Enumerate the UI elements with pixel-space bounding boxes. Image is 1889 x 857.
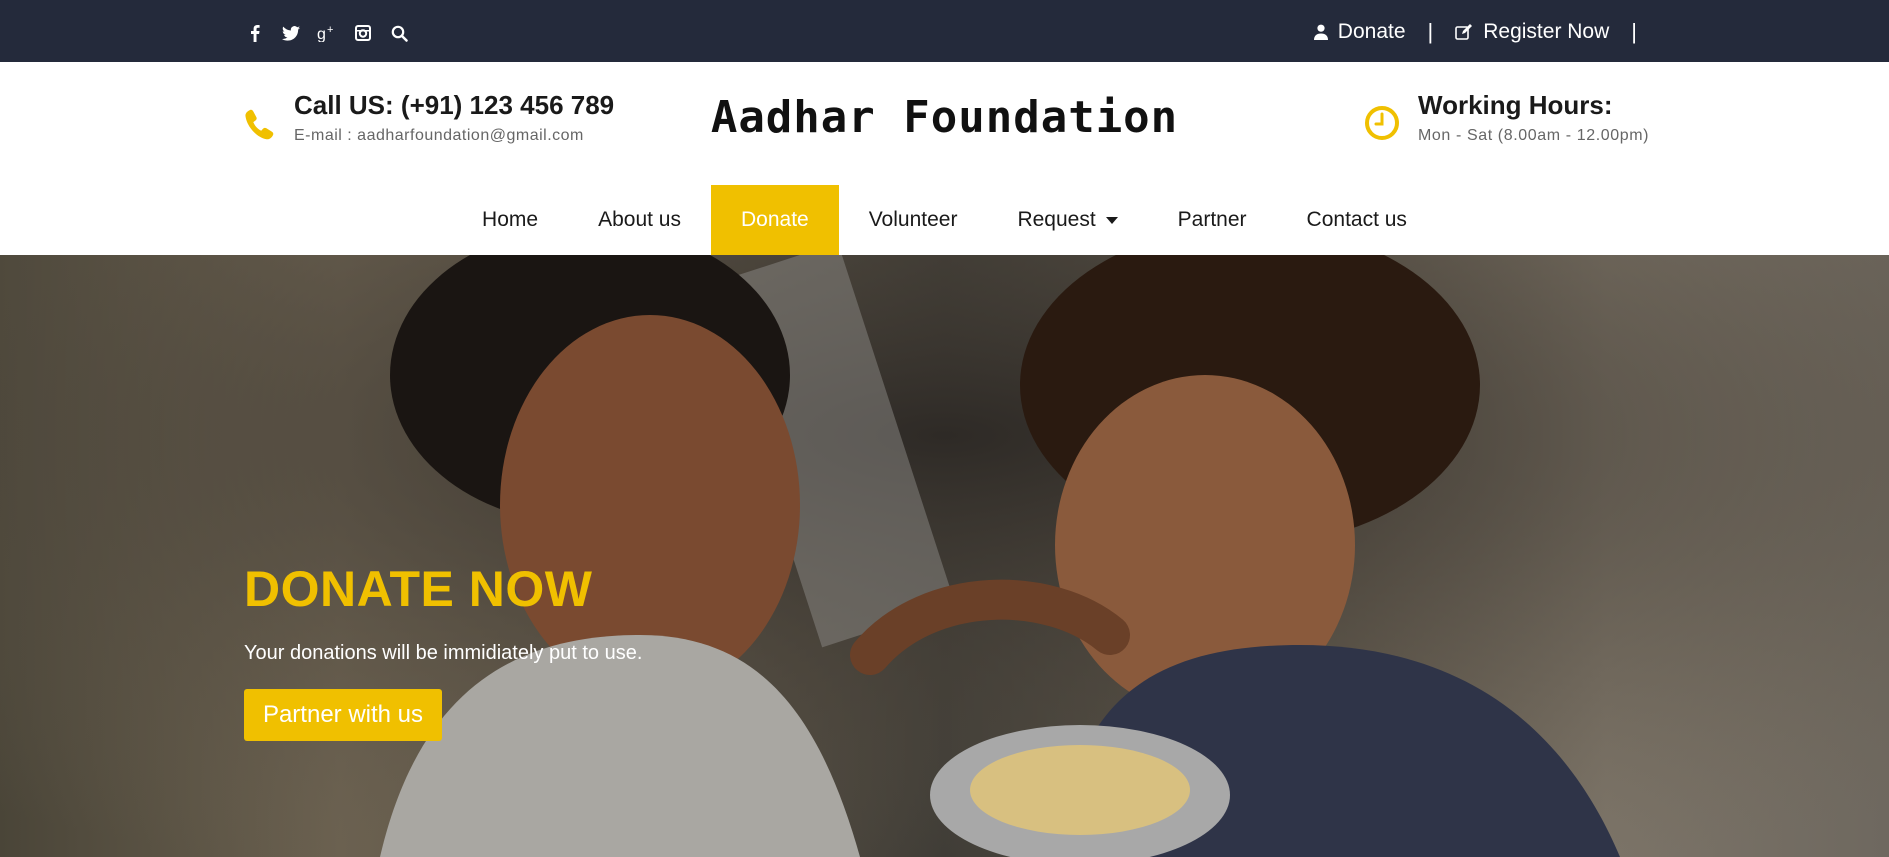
register-now-label: Register Now <box>1483 20 1610 43</box>
top-bar: g + Donate | Register Now | <box>0 0 1889 62</box>
register-now-link[interactable]: Register Now <box>1455 20 1609 44</box>
svg-text:+: + <box>327 24 333 36</box>
hero-photo <box>0 255 1889 857</box>
social-links: g + <box>244 22 410 44</box>
working-hours-heading: Working Hours: <box>1418 90 1613 120</box>
nav-item-donate[interactable]: Donate <box>710 185 839 255</box>
nav-item-partner[interactable]: Partner <box>1148 185 1277 255</box>
twitter-icon[interactable] <box>280 22 302 44</box>
search-icon[interactable] <box>388 22 410 44</box>
separator: | <box>1427 19 1434 44</box>
hero-banner: DONATE NOW Your donations will be immidi… <box>0 255 1889 857</box>
main-nav: Home About us Donate Volunteer Request P… <box>0 185 1889 255</box>
nav-label: Donate <box>740 208 809 231</box>
working-hours-text: Mon - Sat (8.00am - 12.00pm) <box>1418 127 1650 144</box>
svg-text:g: g <box>317 26 326 42</box>
nav-label: Home <box>482 208 539 231</box>
partner-with-us-button[interactable]: Partner with us <box>244 689 442 741</box>
caret-down-icon <box>1105 216 1118 224</box>
edit-icon <box>1455 24 1473 40</box>
nav-item-home[interactable]: Home <box>452 185 568 255</box>
google-plus-icon[interactable]: g + <box>316 22 338 44</box>
top-donate-label: Donate <box>1337 20 1406 43</box>
separator: | <box>1631 19 1637 44</box>
top-links: Donate | Register Now | <box>1313 18 1637 46</box>
nav-label: Contact us <box>1306 208 1407 231</box>
hero-subtitle: Your donations will be immidiately put t… <box>244 642 643 664</box>
nav-label: Partner <box>1177 208 1247 231</box>
nav-item-request[interactable]: Request <box>987 185 1147 255</box>
nav-label: Volunteer <box>868 208 958 231</box>
instagram-icon[interactable] <box>352 22 374 44</box>
nav-item-volunteer[interactable]: Volunteer <box>839 185 988 255</box>
nav-label: Request <box>1017 208 1096 231</box>
facebook-icon[interactable] <box>244 22 266 44</box>
nav-label: About us <box>598 208 681 231</box>
nav-item-contact-us[interactable]: Contact us <box>1277 185 1437 255</box>
nav-item-about-us[interactable]: About us <box>568 185 711 255</box>
clock-icon <box>1364 105 1400 146</box>
top-donate-link[interactable]: Donate <box>1313 20 1406 44</box>
user-icon <box>1313 24 1328 40</box>
hero-title: DONATE NOW <box>244 561 593 617</box>
